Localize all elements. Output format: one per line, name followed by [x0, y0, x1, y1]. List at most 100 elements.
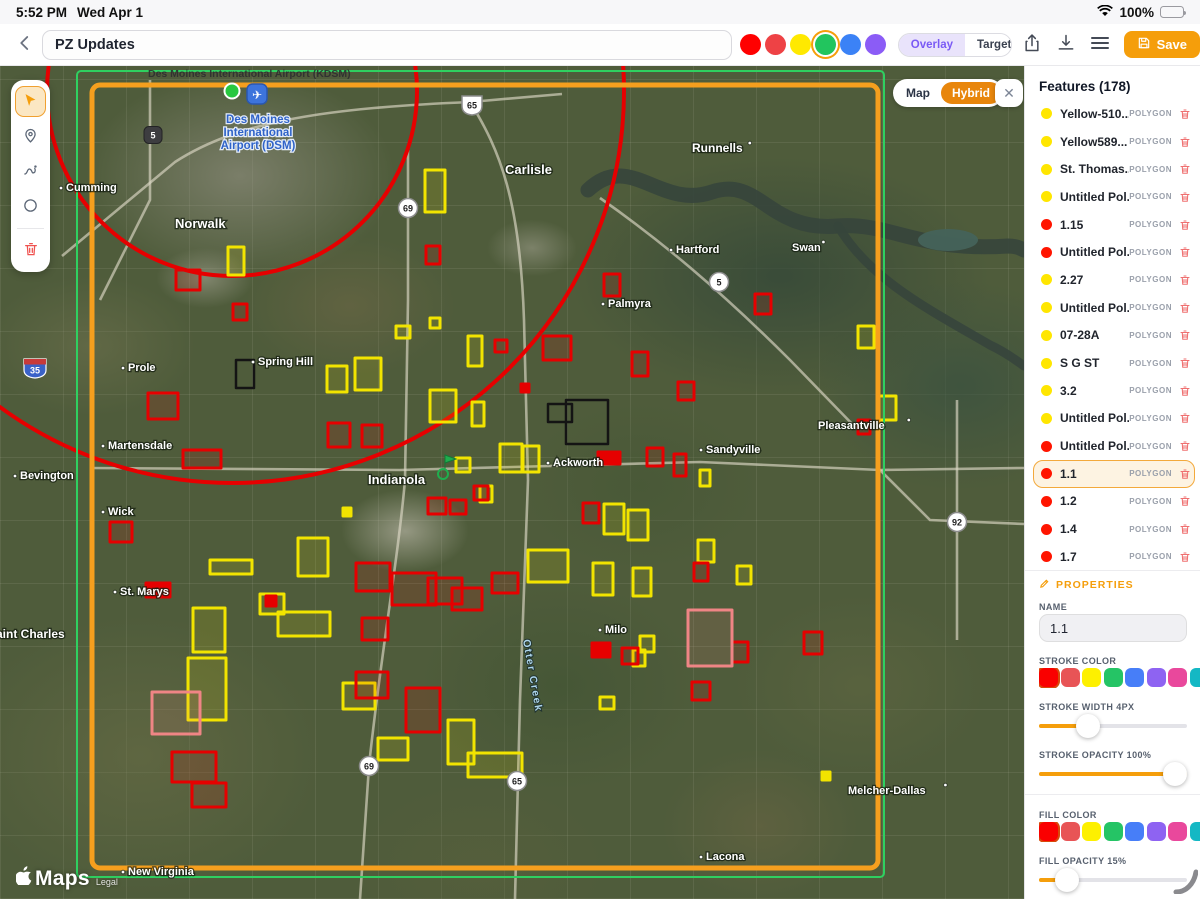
overlay-segment[interactable]: Overlay: [899, 34, 965, 56]
delete-feature-button[interactable]: [1179, 412, 1191, 424]
fill-opacity-thumb[interactable]: [1055, 868, 1079, 892]
pin-tool-button[interactable]: [15, 121, 46, 152]
delete-tool-button[interactable]: [15, 235, 46, 266]
fill-swatch-0[interactable]: [1039, 822, 1058, 841]
delete-feature-button[interactable]: [1179, 163, 1191, 175]
fill-swatch-7[interactable]: [1190, 822, 1200, 841]
delete-feature-button[interactable]: [1179, 551, 1191, 563]
stroke-swatch-5[interactable]: [1147, 668, 1166, 687]
feature-row-st-thomas-[interactable]: St. Thomas...POLYGON: [1033, 155, 1195, 183]
feature-row-1-15[interactable]: 1.15POLYGON: [1033, 211, 1195, 239]
feature-row-1-2[interactable]: 1.2POLYGON: [1033, 488, 1195, 516]
map-canvas[interactable]: [0, 66, 1024, 899]
stroke-swatch-1[interactable]: [1061, 668, 1080, 687]
fill-swatch-6[interactable]: [1168, 822, 1187, 841]
fill-opacity-slider[interactable]: [1039, 868, 1187, 892]
delete-feature-button[interactable]: [1179, 357, 1191, 369]
feature-row-2-27[interactable]: 2.27POLYGON: [1033, 266, 1195, 294]
feature-row-untitled-pol-[interactable]: Untitled Pol...POLYGON: [1033, 238, 1195, 266]
back-button[interactable]: [10, 30, 40, 60]
color-palette: [740, 34, 886, 55]
feature-row-yellow589-[interactable]: Yellow589...POLYGON: [1033, 128, 1195, 156]
stroke-opacity-thumb[interactable]: [1163, 762, 1187, 786]
document-title-input[interactable]: [42, 30, 732, 60]
target-segment[interactable]: Target: [965, 34, 1012, 56]
palette-color-1[interactable]: [765, 34, 786, 55]
feature-name-input[interactable]: [1039, 614, 1187, 642]
feature-name: 1.7: [1060, 550, 1129, 564]
feature-type-badge: POLYGON: [1129, 109, 1172, 118]
feature-row-yellow-510-[interactable]: Yellow-510...POLYGON: [1033, 100, 1195, 128]
feature-color-dot: [1041, 524, 1052, 535]
stroke-swatch-7[interactable]: [1190, 668, 1200, 687]
feature-color-dot: [1041, 108, 1052, 119]
map-type-hybrid[interactable]: Hybrid: [941, 82, 1001, 104]
delete-feature-button[interactable]: [1179, 302, 1191, 314]
feature-row-untitled-pol-[interactable]: Untitled Pol...POLYGON: [1033, 294, 1195, 322]
fill-swatch-1[interactable]: [1061, 822, 1080, 841]
fill-swatch-5[interactable]: [1147, 822, 1166, 841]
circle-icon: [22, 197, 39, 217]
stroke-swatch-4[interactable]: [1125, 668, 1144, 687]
feature-row-untitled-pol-[interactable]: Untitled Pol...POLYGON: [1033, 405, 1195, 433]
feature-row-untitled-pol-[interactable]: Untitled Pol...POLYGON: [1033, 432, 1195, 460]
feature-row-s-g-st[interactable]: S G STPOLYGON: [1033, 349, 1195, 377]
delete-feature-button[interactable]: [1179, 495, 1191, 507]
delete-feature-button[interactable]: [1179, 136, 1191, 148]
fill-swatch-4[interactable]: [1125, 822, 1144, 841]
stroke-swatch-2[interactable]: [1082, 668, 1101, 687]
feature-type-badge: POLYGON: [1129, 220, 1172, 229]
features-sidebar: Features (178) Yellow-510...POLYGONYello…: [1024, 66, 1200, 899]
palette-color-4[interactable]: [840, 34, 861, 55]
circle-tool-button[interactable]: [15, 191, 46, 222]
fill-swatch-2[interactable]: [1082, 822, 1101, 841]
select-tool-button[interactable]: [15, 86, 46, 117]
delete-feature-button[interactable]: [1179, 468, 1191, 480]
map-type-map[interactable]: Map: [895, 82, 941, 104]
feature-row-3-2[interactable]: 3.2POLYGON: [1033, 377, 1195, 405]
feature-type-badge: POLYGON: [1129, 192, 1172, 201]
download-button[interactable]: [1052, 31, 1080, 59]
delete-feature-button[interactable]: [1179, 108, 1191, 120]
delete-feature-button[interactable]: [1179, 191, 1191, 203]
share-icon: [1022, 33, 1042, 56]
save-button[interactable]: Save: [1124, 31, 1200, 58]
feature-row-1-1[interactable]: 1.1POLYGON: [1033, 460, 1195, 488]
route-tool-button[interactable]: [15, 156, 46, 187]
stroke-opacity-slider[interactable]: [1039, 762, 1187, 786]
feature-type-badge: POLYGON: [1129, 386, 1172, 395]
menu-button[interactable]: [1086, 31, 1114, 59]
palette-color-0[interactable]: [740, 34, 761, 55]
feature-row-1-7[interactable]: 1.7POLYGON: [1033, 543, 1195, 571]
delete-feature-button[interactable]: [1179, 385, 1191, 397]
delete-feature-button[interactable]: [1179, 219, 1191, 231]
palette-color-3[interactable]: [815, 34, 836, 55]
feature-row-untitled-pol-[interactable]: Untitled Pol...POLYGON: [1033, 183, 1195, 211]
stroke-width-thumb[interactable]: [1076, 714, 1100, 738]
stroke-swatch-0[interactable]: [1039, 668, 1058, 687]
feature-name: Untitled Pol...: [1060, 301, 1129, 315]
stroke-width-slider[interactable]: [1039, 714, 1187, 738]
stroke-swatch-6[interactable]: [1168, 668, 1187, 687]
delete-feature-button[interactable]: [1179, 246, 1191, 258]
delete-feature-button[interactable]: [1179, 329, 1191, 341]
feature-row-07-28a[interactable]: 07-28APOLYGON: [1033, 322, 1195, 350]
feature-name: 1.1: [1060, 467, 1129, 481]
palette-color-5[interactable]: [865, 34, 886, 55]
close-map-button[interactable]: ✕: [995, 79, 1023, 107]
stroke-color-swatches: [1039, 668, 1200, 688]
feature-type-badge: POLYGON: [1129, 331, 1172, 340]
fill-opacity-label: FILL OPACITY 15%: [1039, 856, 1126, 866]
delete-feature-button[interactable]: [1179, 523, 1191, 535]
feature-row-1-4[interactable]: 1.4POLYGON: [1033, 515, 1195, 543]
fill-swatch-3[interactable]: [1104, 822, 1123, 841]
save-label: Save: [1157, 37, 1187, 52]
delete-feature-button[interactable]: [1179, 274, 1191, 286]
delete-feature-button[interactable]: [1179, 440, 1191, 452]
palette-color-2[interactable]: [790, 34, 811, 55]
legal-link[interactable]: Legal: [96, 877, 118, 887]
stroke-swatch-3[interactable]: [1104, 668, 1123, 687]
share-button[interactable]: [1018, 31, 1046, 59]
feature-color-dot: [1041, 413, 1052, 424]
feature-name: Untitled Pol...: [1060, 411, 1129, 425]
